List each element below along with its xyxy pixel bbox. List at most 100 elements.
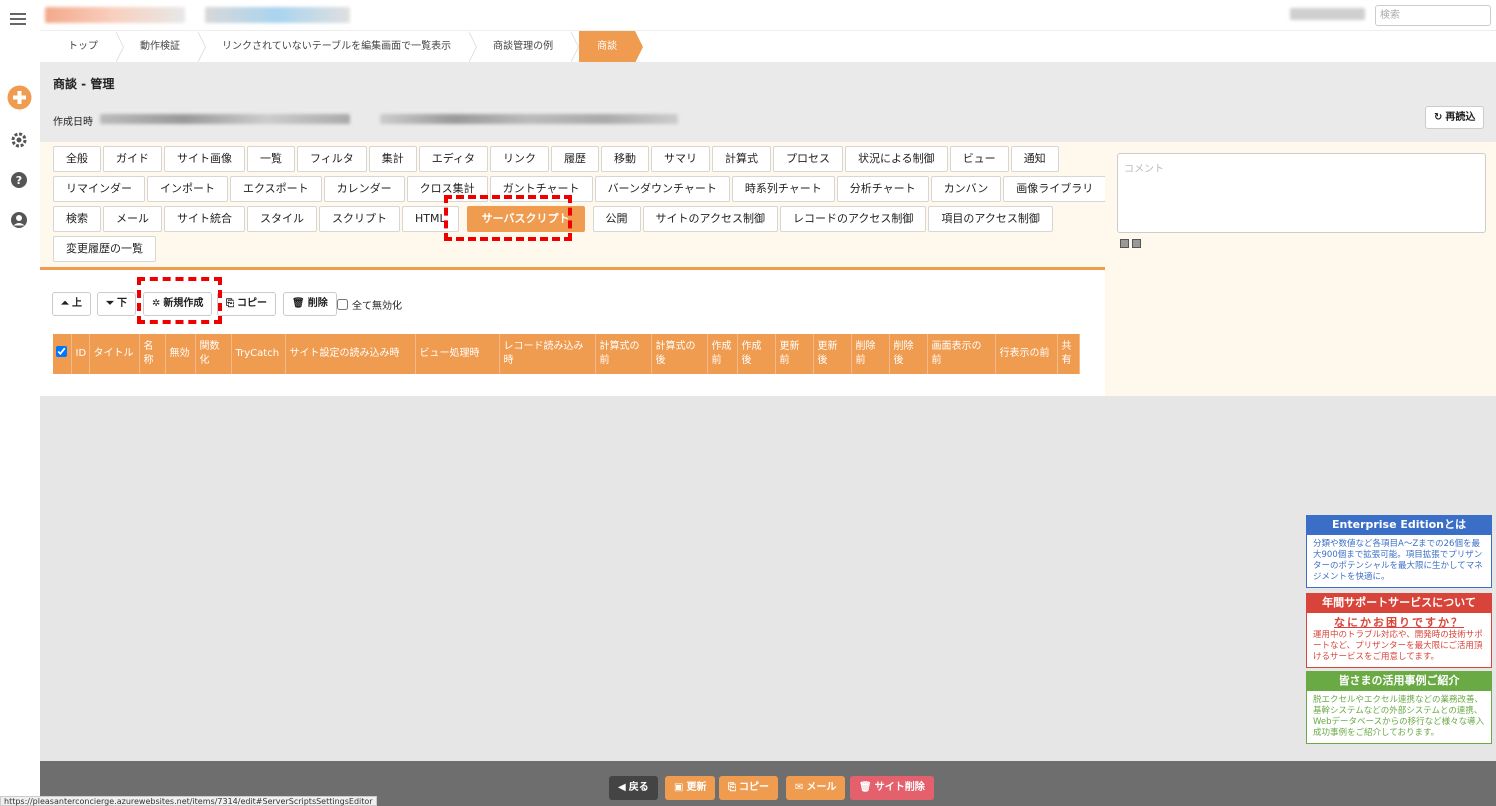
disable-all-checkbox[interactable]: 全て無効化 <box>337 297 402 312</box>
search-input[interactable] <box>1375 5 1491 26</box>
image-icon[interactable] <box>1120 239 1129 248</box>
main-panel: 商談 - 管理 作成日時 ↻ 再読込 全般 ガイド サイト画像 一覧 フィルタ 集計 エディタ… <box>40 62 1496 396</box>
tab[interactable]: メール <box>103 206 162 232</box>
table-header-cell[interactable]: 削除後 <box>889 334 928 374</box>
move-up-button[interactable]: ⏶ 上 <box>52 292 91 316</box>
table-header-cell[interactable]: レコード読み込み時 <box>499 334 596 374</box>
cases-ad[interactable]: 皆さまの活用事例ご紹介 脱エクセルやエクセル連携などの業務改善、基幹システムなど… <box>1306 671 1492 744</box>
delete-site-button[interactable]: 🗑 サイト削除 <box>850 776 934 800</box>
tab[interactable]: インポート <box>147 176 228 202</box>
mail-button[interactable]: ✉ メール <box>786 776 846 800</box>
table-header-cell[interactable]: 無効 <box>165 334 196 374</box>
gear-icon[interactable] <box>9 130 29 150</box>
hamburger-menu-icon[interactable] <box>10 13 26 25</box>
tab[interactable]: リマインダー <box>53 176 145 202</box>
reload-button[interactable]: ↻ 再読込 <box>1425 106 1485 129</box>
table-header-cell[interactable]: タイトル <box>89 334 140 374</box>
table-header-cell[interactable]: TryCatch <box>231 334 286 374</box>
table-header-cell[interactable]: サイト設定の読み込み時 <box>285 334 416 374</box>
attachment-icon[interactable] <box>1132 239 1141 248</box>
support-ad[interactable]: 年間サポートサービスについて なにかお困りですか？ 運用中のトラブル対応や、開発… <box>1306 593 1492 668</box>
enterprise-ad[interactable]: Enterprise Editionとは 分類や数値など各項目A～Zまでの26個… <box>1306 515 1492 588</box>
tab[interactable]: 通知 <box>1010 146 1059 172</box>
tab[interactable]: 全般 <box>53 146 101 172</box>
tab[interactable]: 集計 <box>368 146 417 172</box>
server-script-editor: ⏶ 上 ⏷ 下 ✲ 新規作成 ⎘ コピー 🗑 削除 全て無効化 ID タイトル 名称 無効 関数化… <box>40 270 1105 396</box>
tab[interactable]: クロス集計 <box>406 176 488 202</box>
table-header-cell[interactable]: 関数化 <box>195 334 232 374</box>
tab[interactable]: ガイド <box>103 146 162 172</box>
tab[interactable]: 変更履歴の一覧 <box>53 236 156 262</box>
tab[interactable]: エクスポート <box>230 176 322 202</box>
user-icon[interactable] <box>9 210 29 230</box>
tab[interactable]: スクリプト <box>319 206 400 232</box>
delete-button[interactable]: 🗑 削除 <box>283 292 337 316</box>
back-label: 戻る <box>628 782 649 793</box>
table-header-cell[interactable]: 削除前 <box>851 334 890 374</box>
breadcrumb-item-current[interactable]: 商談 <box>579 31 644 63</box>
table-header-cell[interactable]: 作成前 <box>707 334 738 374</box>
select-all-checkbox[interactable] <box>56 346 67 357</box>
tab-active[interactable]: サーバスクリプト <box>466 206 585 232</box>
tab[interactable]: サイト画像 <box>164 146 245 172</box>
table-header-cell[interactable]: 名称 <box>139 334 166 374</box>
tab[interactable]: バーンダウンチャート <box>594 176 730 202</box>
tab[interactable]: レコードのアクセス制御 <box>779 206 927 232</box>
breadcrumb-item[interactable]: 商談管理の例 <box>469 31 580 63</box>
add-icon[interactable] <box>7 85 32 110</box>
table-header-cell[interactable]: 計算式の後 <box>651 334 708 374</box>
table-header-cell[interactable]: 更新後 <box>813 334 852 374</box>
table-header-cell[interactable]: 更新前 <box>775 334 814 374</box>
tab[interactable]: 状況による制御 <box>845 146 948 172</box>
tab[interactable]: 移動 <box>601 146 650 172</box>
disable-all-check[interactable] <box>337 299 348 310</box>
comment-input[interactable] <box>1117 153 1486 233</box>
breadcrumb-item[interactable]: 動作検証 <box>116 31 206 63</box>
tab[interactable]: ビュー <box>949 146 1009 172</box>
tab[interactable]: プロセス <box>773 146 844 172</box>
table-header-cell[interactable]: ビュー処理時 <box>415 334 500 374</box>
move-down-button[interactable]: ⏷ 下 <box>97 292 136 316</box>
tab[interactable]: サイト統合 <box>164 206 245 232</box>
table-header-cell[interactable]: 作成後 <box>737 334 776 374</box>
update-label: 更新 <box>686 782 707 793</box>
tab[interactable]: 画像ライブラリ <box>1003 176 1107 202</box>
delete-site-label: サイト削除 <box>874 782 925 793</box>
tab[interactable]: HTML <box>402 206 459 232</box>
table-header-cell[interactable]: 行表示の前 <box>995 334 1058 374</box>
tab[interactable]: 時系列チャート <box>731 176 835 202</box>
tab[interactable]: 公開 <box>592 206 641 232</box>
table-header-cell[interactable]: 画面表示の前 <box>927 334 996 374</box>
tab[interactable]: 計算式 <box>712 146 772 172</box>
tab[interactable]: フィルタ <box>297 146 367 172</box>
tab[interactable]: カンバン <box>930 176 1002 202</box>
breadcrumb-item[interactable]: リンクされていないテーブルを編集画面で一覧表示 <box>198 31 478 63</box>
select-all-cell[interactable] <box>53 334 72 374</box>
tab[interactable]: スタイル <box>247 206 317 232</box>
update-button[interactable]: ▣ 更新 <box>665 776 716 800</box>
table-header-cell[interactable]: 計算式の前 <box>595 334 652 374</box>
tab[interactable]: ガントチャート <box>489 176 593 202</box>
tab[interactable]: 項目のアクセス制御 <box>928 206 1053 232</box>
settings-tabs: 全般 ガイド サイト画像 一覧 フィルタ 集計 エディタ リンク 履歴 移動 サマリ 計算式 プロセス状… <box>53 146 1107 266</box>
new-button[interactable]: ✲ 新規作成 <box>143 292 213 316</box>
tab[interactable]: 検索 <box>53 206 101 232</box>
tab[interactable]: エディタ <box>418 146 489 172</box>
back-button[interactable]: ◀ 戻る <box>609 776 658 800</box>
copy-footer-button[interactable]: ⎘ コピー <box>719 776 778 800</box>
table-header-cell[interactable]: ID <box>71 334 90 374</box>
support-ad-subtitle: なにかお困りですか？ <box>1334 616 1464 629</box>
table-header-cell[interactable]: 共有 <box>1057 334 1080 374</box>
help-icon[interactable]: ? <box>9 170 29 190</box>
tab[interactable]: 履歴 <box>551 146 600 172</box>
breadcrumb-item[interactable]: トップ <box>40 31 124 63</box>
tab[interactable]: サマリ <box>651 146 711 172</box>
copy-button[interactable]: ⎘ コピー <box>217 292 276 316</box>
tab[interactable]: 一覧 <box>247 146 295 172</box>
move-down-label: 下 <box>117 298 127 309</box>
tab[interactable]: 分析チャート <box>836 176 929 202</box>
tab[interactable]: カレンダー <box>323 176 405 202</box>
tab[interactable]: リンク <box>490 146 550 172</box>
support-ad-body: なにかお困りですか？ 運用中のトラブル対応や、開発時の技術サポートなど、プリザン… <box>1306 613 1492 668</box>
tab[interactable]: サイトのアクセス制御 <box>642 206 778 232</box>
